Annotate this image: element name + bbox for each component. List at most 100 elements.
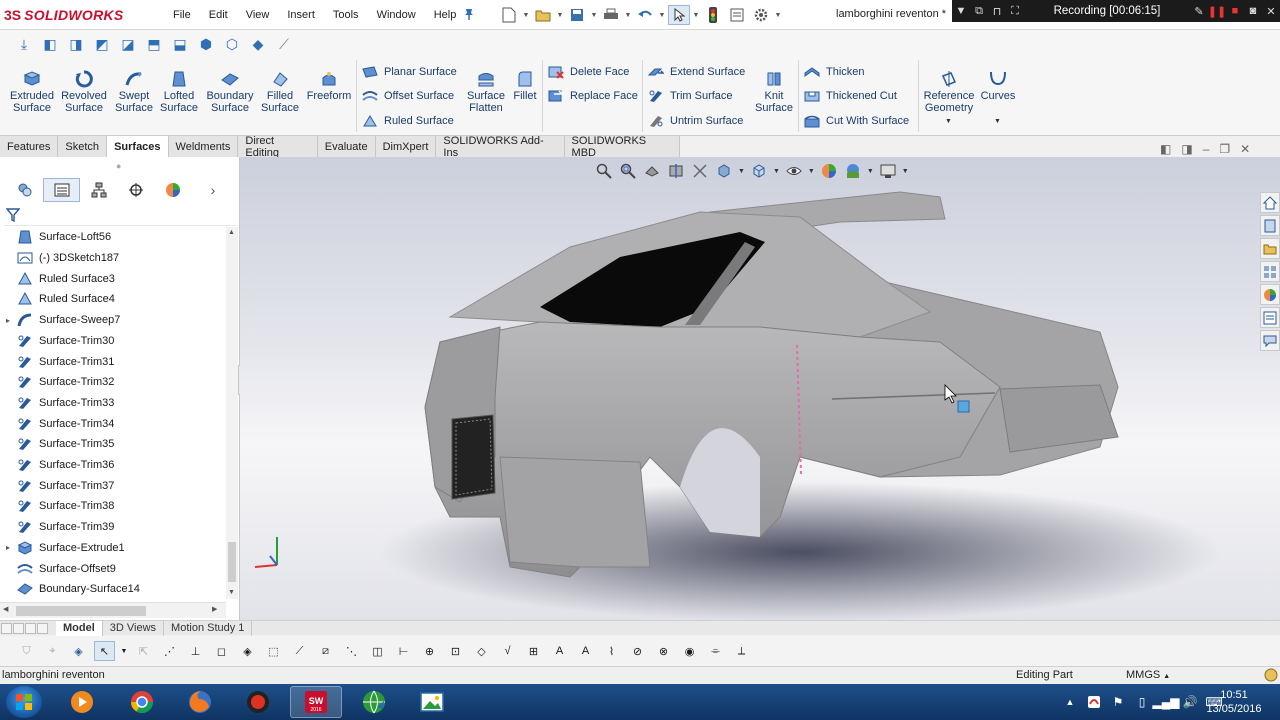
chevron-down-icon[interactable]: ▼ [522,12,530,19]
tab-solidworks-mbd[interactable]: SOLIDWORKS MBD [564,135,681,159]
section-view-icon[interactable]: ⟋ [272,33,296,55]
tree-item[interactable]: Surface-Trim39 [0,517,226,538]
chevron-down-icon[interactable]: ▼ [624,12,632,19]
filter-datum-features-icon[interactable]: A [575,641,596,661]
dimxpert-manager-tab-icon[interactable] [117,178,154,202]
home-icon[interactable] [1260,192,1280,213]
filter-solid-bodies-icon[interactable]: ⬚ [263,641,284,661]
apply-scene-icon[interactable] [843,162,863,180]
battery-icon[interactable]: ▯ [1134,694,1150,710]
flag-icon[interactable]: ⚑ [1110,694,1126,710]
filter-surface-bodies-icon[interactable]: ◈ [237,641,258,661]
thickened-cut-button[interactable]: Thickened Cut [804,86,897,106]
filled-surface-button[interactable]: Filled Surface [258,70,302,118]
solidworks-logo[interactable]: 3S SOLIDWORKS [4,3,144,27]
menu-insert[interactable]: Insert [278,9,324,21]
status-units[interactable]: MMGS ▲ [1126,669,1170,681]
display-manager-tab-icon[interactable] [154,178,191,202]
save-icon[interactable] [566,5,588,25]
chevron-down-icon[interactable]: ▼ [774,12,782,19]
filter-midpoints-icon[interactable]: ⊢ [393,641,414,661]
chevron-down-icon[interactable]: ▼ [556,12,564,19]
view-orientation-icon[interactable] [714,162,734,180]
appearances-icon[interactable] [1260,284,1280,305]
filter-centerlines-icon[interactable]: ⊡ [445,641,466,661]
zoom-to-area-icon[interactable] [618,162,638,180]
chevron-down-icon[interactable]: ▼ [867,168,874,175]
chevron-down-icon[interactable]: ▼ [658,12,666,19]
solidworks-taskbar-icon[interactable]: SW 2016 [290,686,342,718]
section-view-icon[interactable] [666,162,686,180]
filter-notes-icon[interactable]: A [549,641,570,661]
tab-evaluate[interactable]: Evaluate [317,136,376,157]
panel-grip[interactable]: ● [116,161,121,171]
display-style-icon[interactable] [749,162,769,180]
first-tab-icon[interactable] [1,622,12,634]
tree-horizontal-scrollbar[interactable]: ◀ ▶ [0,602,226,618]
trimetric-view-icon[interactable]: ⬡ [220,33,244,55]
file-explorer-icon[interactable] [1260,238,1280,259]
filter-sketch-segments-icon[interactable]: ◫ [367,641,388,661]
filter-icon[interactable] [6,208,20,222]
tab-3d-views[interactable]: 3D Views [103,620,165,636]
open-folder-icon[interactable] [532,5,554,25]
trim-surface-button[interactable]: Trim Surface [648,86,733,106]
chevron-down-icon[interactable]: ▼ [945,118,952,125]
freeform-button[interactable]: Freeform [306,70,352,118]
tree-item[interactable]: Surface-Loft56 [0,227,226,248]
tree-item[interactable]: Surface-Offset9 [0,558,226,579]
filter-faces-2-icon[interactable]: ◻ [211,641,232,661]
menu-tools[interactable]: Tools [324,9,368,21]
scroll-down-icon[interactable]: ▼ [228,589,235,596]
tab-sketch[interactable]: Sketch [58,136,108,157]
tree-filter[interactable] [4,206,236,226]
back-view-icon[interactable]: ◨ [64,33,88,55]
dropdown-triangle-icon[interactable]: ▼ [952,0,970,22]
last-tab-icon[interactable] [37,622,48,634]
feature-manager-tab-icon[interactable] [6,178,43,202]
select-arrow-icon[interactable] [668,5,690,25]
scroll-up-icon[interactable]: ▲ [228,229,235,236]
close-icon[interactable]: ✕ [1240,142,1250,156]
view-settings-icon[interactable] [878,162,898,180]
chevron-down-icon[interactable]: ▼ [808,168,815,175]
restore-window-icon[interactable]: ⧉ [970,0,988,22]
filter-vertices-icon[interactable]: ⋰ [159,641,180,661]
filter-sketch-points-icon[interactable]: ⋱ [341,641,362,661]
tree-item[interactable]: Surface-Trim35 [0,434,226,455]
solidworks-forum-icon[interactable] [1260,330,1280,351]
volume-icon[interactable]: 🔊 [1182,694,1198,710]
swept-surface-button[interactable]: Swept Surface [112,70,156,118]
surface-flatten-button[interactable]: Surface Flatten [464,70,508,118]
signal-icon[interactable]: ▂▄▆ [1153,694,1180,710]
chevron-down-icon[interactable]: ▼ [590,12,598,19]
recorder-taskbar-icon[interactable] [232,686,284,718]
filter-weld-symbols-icon[interactable]: ⌇ [601,641,622,661]
windows-start-button[interactable] [6,686,42,718]
normal-to-icon[interactable]: ⤓ [12,33,36,55]
lofted-surface-button[interactable]: Lofted Surface [158,70,200,118]
close-icon[interactable]: ✕ [1262,0,1280,22]
previous-view-icon[interactable] [642,162,662,180]
curves-button[interactable]: Curves [980,70,1016,118]
tile-right-icon[interactable]: ◨ [1181,142,1192,156]
car-body-model[interactable] [240,157,1280,620]
tab-features[interactable]: Features [0,136,59,157]
tile-left-icon[interactable]: ◧ [1160,142,1171,156]
ruled-surface-button[interactable]: Ruled Surface [362,111,454,131]
extruded-surface-button[interactable]: Extruded Surface [6,70,58,118]
chevron-down-icon[interactable]: ▼ [902,168,909,175]
tree-item[interactable]: (-) 3DSketch187 [0,248,226,269]
tab-motion-study[interactable]: Motion Study 1 [164,620,253,636]
chevron-down-icon[interactable]: ▼ [738,168,745,175]
taskbar-clock[interactable]: 10:51 13/05/2016 [1200,688,1268,716]
tree-item[interactable]: Ruled Surface3 [0,268,226,289]
custom-properties-icon[interactable] [1260,307,1280,328]
select-feature-icon[interactable]: ⌖ [42,641,63,661]
firefox-taskbar-icon[interactable] [174,686,226,718]
property-manager-tab-icon[interactable] [43,178,80,202]
chevron-down-icon[interactable]: ▼ [120,641,128,661]
reference-geometry-button[interactable]: Reference Geometry [924,70,974,118]
fillet-button[interactable]: Fillet [510,70,540,118]
filter-blocks-icon[interactable]: ◉ [679,641,700,661]
